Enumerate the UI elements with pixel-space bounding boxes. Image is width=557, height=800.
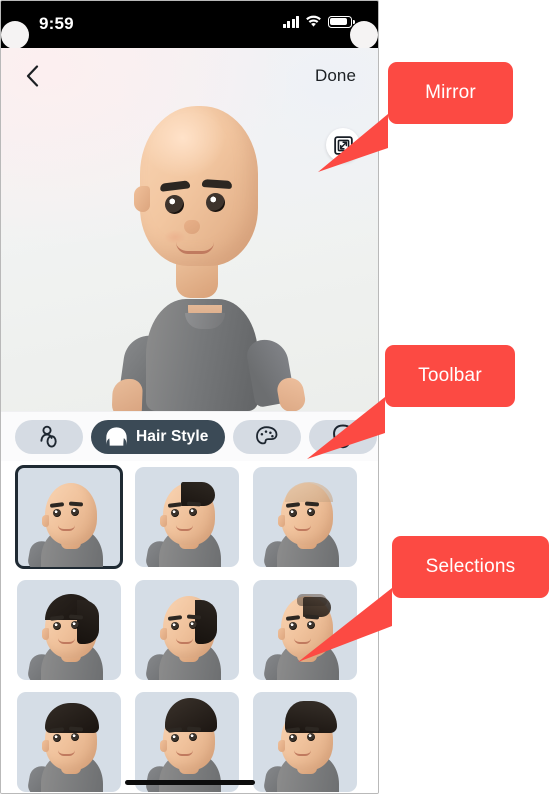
hair-style-icon xyxy=(106,426,127,446)
screenshot-canvas: 9:59 Done Hair Style Mirror Toolbar Sele… xyxy=(0,0,557,800)
person-body-icon xyxy=(40,425,57,448)
back-button[interactable] xyxy=(19,61,45,91)
notch-shoulder-right xyxy=(350,21,378,49)
cellular-bars-icon xyxy=(282,16,299,28)
selection-cell-hair-6[interactable] xyxy=(17,692,121,793)
home-indicator-bar xyxy=(124,780,255,785)
avatar-preview[interactable] xyxy=(1,100,378,411)
callout-selections: Selections xyxy=(298,536,549,662)
phone-frame: 9:59 Done Hair Style xyxy=(0,0,379,794)
callout-mirror: Mirror xyxy=(318,62,513,172)
status-bar: 9:59 xyxy=(1,1,378,49)
selection-cell-hair-8[interactable] xyxy=(253,692,357,793)
avatar-eye-left xyxy=(164,195,184,214)
avatar-ear xyxy=(133,186,150,212)
selection-cell-hair-1[interactable] xyxy=(135,467,239,567)
status-bar-time: 9:59 xyxy=(39,14,74,33)
chevron-left-icon xyxy=(26,65,38,87)
callout-mirror-pointer xyxy=(318,114,388,172)
callout-selections-pointer xyxy=(298,588,392,662)
selection-cell-hair-2[interactable] xyxy=(253,467,357,567)
status-bar-icons xyxy=(282,15,355,28)
hair-style-selection-grid xyxy=(1,461,378,793)
wifi-icon xyxy=(306,15,321,27)
tab-hair-style[interactable]: Hair Style xyxy=(91,419,225,454)
selection-cell-hair-3[interactable] xyxy=(17,579,121,680)
tab-hair-style-label: Hair Style xyxy=(136,427,209,445)
avatar-eye-right xyxy=(205,193,225,212)
battery-icon xyxy=(328,15,355,28)
avatar-mouth xyxy=(175,242,214,254)
done-button[interactable]: Done xyxy=(315,66,356,86)
tab-hair-color[interactable] xyxy=(232,419,301,454)
callout-toolbar-pointer xyxy=(307,397,385,459)
avatar-collar xyxy=(184,305,225,329)
selection-cell-hair-0[interactable] xyxy=(15,465,123,569)
callout-toolbar: Toolbar xyxy=(307,345,515,459)
selection-cell-hair-7[interactable] xyxy=(135,692,239,793)
nav-bar: Done xyxy=(1,48,378,104)
tab-body[interactable] xyxy=(15,419,83,454)
color-palette-icon xyxy=(255,425,277,444)
avatar-preview-area: Done xyxy=(1,48,378,411)
selection-cell-hair-4[interactable] xyxy=(135,579,239,680)
notch-shoulder-left xyxy=(1,21,29,49)
